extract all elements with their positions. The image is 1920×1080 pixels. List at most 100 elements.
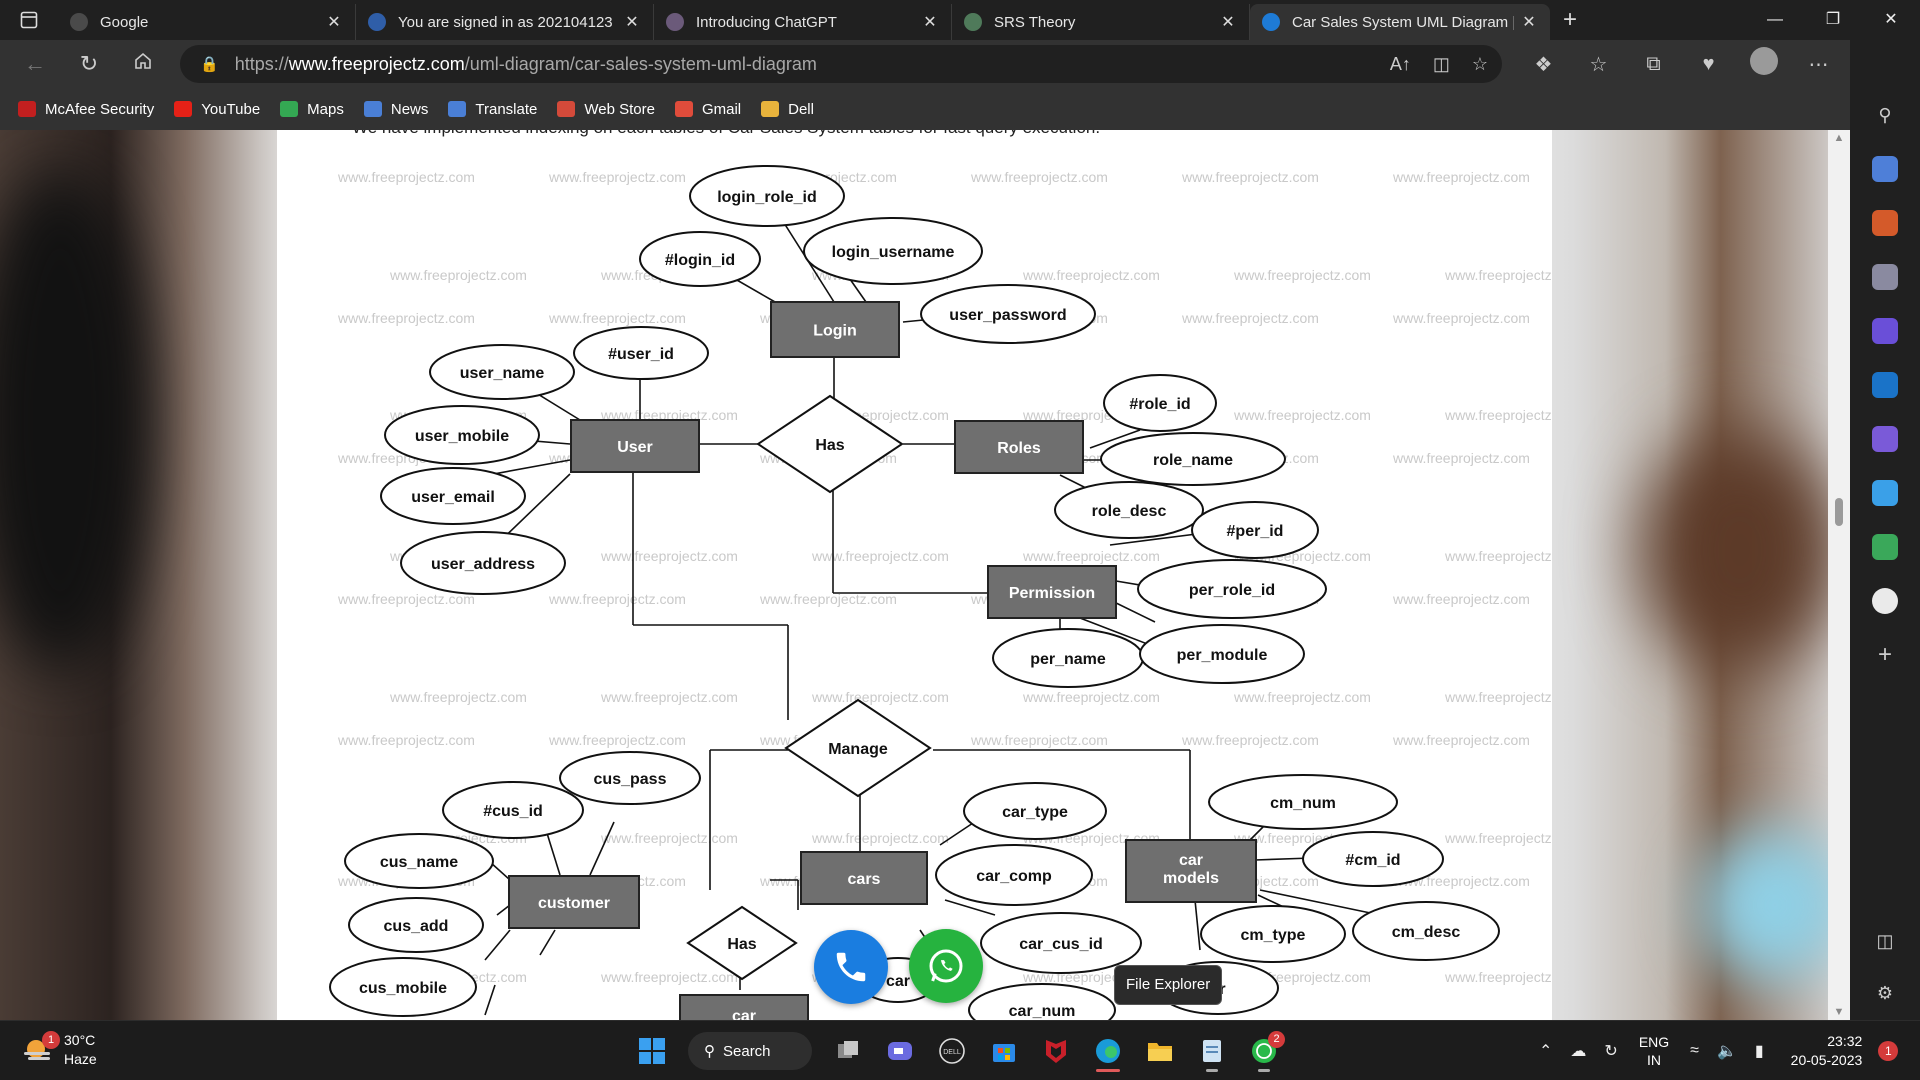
- taskbar: 1 30°C Haze ⚲ Search DELL 2 ⌃ ☁ ↻ ENG IN: [0, 1020, 1920, 1080]
- favorite-link[interactable]: Web Store: [557, 101, 655, 118]
- clock[interactable]: 23:32 20-05-2023: [1791, 1032, 1863, 1070]
- tab-actions-button[interactable]: [0, 0, 58, 40]
- sidebar-shopping-icon[interactable]: [1872, 156, 1898, 182]
- sidebar-tools-icon[interactable]: [1872, 210, 1898, 236]
- browser-tab[interactable]: Google ✕: [58, 4, 356, 40]
- weather-description: Haze: [64, 1051, 97, 1067]
- tab-favicon-icon: [1262, 13, 1280, 31]
- sidebar-designer-icon[interactable]: [1872, 426, 1898, 452]
- tab-title: Google: [100, 13, 149, 31]
- favorite-link[interactable]: News: [363, 101, 428, 118]
- back-button[interactable]: ←: [8, 51, 62, 77]
- page-scrollbar[interactable]: ▲ ▼: [1828, 130, 1850, 1020]
- sidebar-copilot-icon[interactable]: [1872, 318, 1898, 344]
- weather-widget[interactable]: 1 30°C Haze: [22, 1031, 97, 1069]
- browser-tab[interactable]: You are signed in as 202104123 ✕: [356, 4, 654, 40]
- scroll-up-arrow-icon[interactable]: ▲: [1828, 132, 1850, 144]
- favorite-link[interactable]: Translate: [448, 101, 537, 118]
- attribute-label: car_type: [1002, 804, 1068, 821]
- attribute-label: car: [886, 973, 910, 990]
- dell-app-button[interactable]: DELL: [926, 1029, 978, 1073]
- sidebar-send-icon[interactable]: [1872, 480, 1898, 506]
- collections-icon[interactable]: ⧉: [1626, 53, 1681, 76]
- extensions-icon[interactable]: ❖: [1516, 52, 1571, 77]
- watermark-text: www.freeprojectz.com: [337, 169, 475, 185]
- teams-chat-button[interactable]: [874, 1029, 926, 1073]
- sidebar-github-icon[interactable]: [1872, 588, 1898, 614]
- attribute-label: role_name: [1153, 452, 1233, 469]
- close-tab-icon[interactable]: ✕: [1520, 12, 1538, 32]
- favorite-link[interactable]: Maps: [280, 101, 344, 118]
- close-window-button[interactable]: ✕: [1862, 0, 1920, 40]
- attribute-label: cus_mobile: [359, 980, 447, 997]
- whatsapp-taskbar-button[interactable]: 2: [1238, 1029, 1290, 1073]
- battery-icon[interactable]: ▮: [1755, 1041, 1764, 1061]
- favorite-label: Web Store: [584, 100, 655, 118]
- file-explorer-tooltip: File Explorer: [1114, 965, 1223, 1005]
- windows-icon: [639, 1038, 665, 1064]
- sidebar-outlook-icon[interactable]: [1872, 372, 1898, 398]
- sync-icon[interactable]: ↻: [1604, 1041, 1617, 1061]
- favorite-icon: [18, 101, 36, 117]
- address-bar[interactable]: 🔒 https://www.freeprojectz.com/uml-diagr…: [180, 45, 1502, 83]
- favorites-icon[interactable]: ☆: [1571, 52, 1626, 77]
- wifi-icon[interactable]: ≈: [1690, 1042, 1699, 1060]
- attribute-label: #per_id: [1227, 523, 1284, 540]
- lock-icon[interactable]: 🔒: [200, 55, 219, 73]
- notification-badge[interactable]: 1: [1878, 1041, 1899, 1061]
- close-tab-icon[interactable]: ✕: [623, 12, 641, 32]
- volume-icon[interactable]: 🔈: [1717, 1041, 1737, 1061]
- whatsapp-button[interactable]: [909, 929, 983, 1003]
- attribute-label: login_role_id: [717, 189, 817, 206]
- edge-browser-button[interactable]: [1082, 1029, 1134, 1073]
- notepad-icon: [1203, 1040, 1221, 1062]
- profile-avatar[interactable]: [1736, 47, 1791, 81]
- more-options-icon[interactable]: ⋯: [1791, 52, 1846, 77]
- sidebar-search-icon[interactable]: ⚲: [1872, 102, 1898, 128]
- favorite-link[interactable]: Gmail: [674, 101, 741, 118]
- watermark-text: www.freeprojectz.com: [600, 969, 738, 985]
- close-tab-icon[interactable]: ✕: [1219, 12, 1237, 32]
- tab-strip: Google ✕ You are signed in as 202104123 ✕ In…: [0, 0, 1920, 40]
- sidebar-tree-icon[interactable]: [1872, 534, 1898, 560]
- start-button[interactable]: [626, 1029, 678, 1073]
- read-aloud-icon[interactable]: A↑: [1390, 54, 1411, 75]
- watermark-text: www.freeprojectz.com: [548, 732, 686, 748]
- refresh-button[interactable]: ↻: [62, 51, 116, 77]
- home-button[interactable]: [116, 51, 170, 77]
- sidebar-add-icon[interactable]: +: [1872, 642, 1898, 668]
- add-favorite-icon[interactable]: ☆: [1472, 54, 1488, 75]
- close-tab-icon[interactable]: ✕: [325, 12, 343, 32]
- scrollbar-thumb[interactable]: [1835, 498, 1843, 526]
- taskbar-search-button[interactable]: ⚲ Search: [688, 1032, 812, 1070]
- reader-view-icon[interactable]: ◫: [1433, 54, 1450, 75]
- favorite-link[interactable]: YouTube: [174, 101, 260, 118]
- browser-tab[interactable]: SRS Theory ✕: [952, 4, 1250, 40]
- notepad-button[interactable]: [1186, 1029, 1238, 1073]
- sidebar-games-icon[interactable]: [1872, 264, 1898, 290]
- browser-tab[interactable]: Introducing ChatGPT ✕: [654, 4, 952, 40]
- restore-button[interactable]: ❐: [1804, 0, 1862, 40]
- minimize-button[interactable]: —: [1746, 0, 1804, 40]
- mcafee-button[interactable]: [1030, 1029, 1082, 1073]
- browser-essentials-icon[interactable]: ♥: [1681, 53, 1736, 76]
- language-indicator[interactable]: ENG IN: [1639, 1033, 1669, 1069]
- watermark-text: www.freeprojectz.com: [389, 267, 527, 283]
- onedrive-cloud-icon[interactable]: ☁: [1570, 1041, 1586, 1061]
- file-explorer-button[interactable]: [1134, 1029, 1186, 1073]
- favorite-link[interactable]: McAfee Security: [18, 101, 154, 118]
- close-tab-icon[interactable]: ✕: [921, 12, 939, 32]
- scroll-down-arrow-icon[interactable]: ▼: [1828, 1006, 1850, 1018]
- sidebar-settings-icon[interactable]: ⚙: [1872, 980, 1898, 1006]
- phone-call-button[interactable]: [814, 930, 888, 1004]
- favorite-link[interactable]: Dell: [761, 101, 814, 118]
- show-hidden-icons-chevron-icon[interactable]: ⌃: [1539, 1041, 1552, 1061]
- browser-tab[interactable]: Car Sales System UML Diagram | ✕: [1250, 4, 1550, 40]
- task-view-button[interactable]: [822, 1029, 874, 1073]
- watermark-text: www.freeprojectz.com: [337, 591, 475, 607]
- attribute-label: cus_pass: [594, 771, 667, 788]
- new-tab-button[interactable]: +: [1550, 6, 1590, 34]
- sidebar-toggle-icon[interactable]: ◫: [1872, 928, 1898, 954]
- watermark-text: www.freeprojectz.com: [970, 169, 1108, 185]
- microsoft-store-button[interactable]: [978, 1029, 1030, 1073]
